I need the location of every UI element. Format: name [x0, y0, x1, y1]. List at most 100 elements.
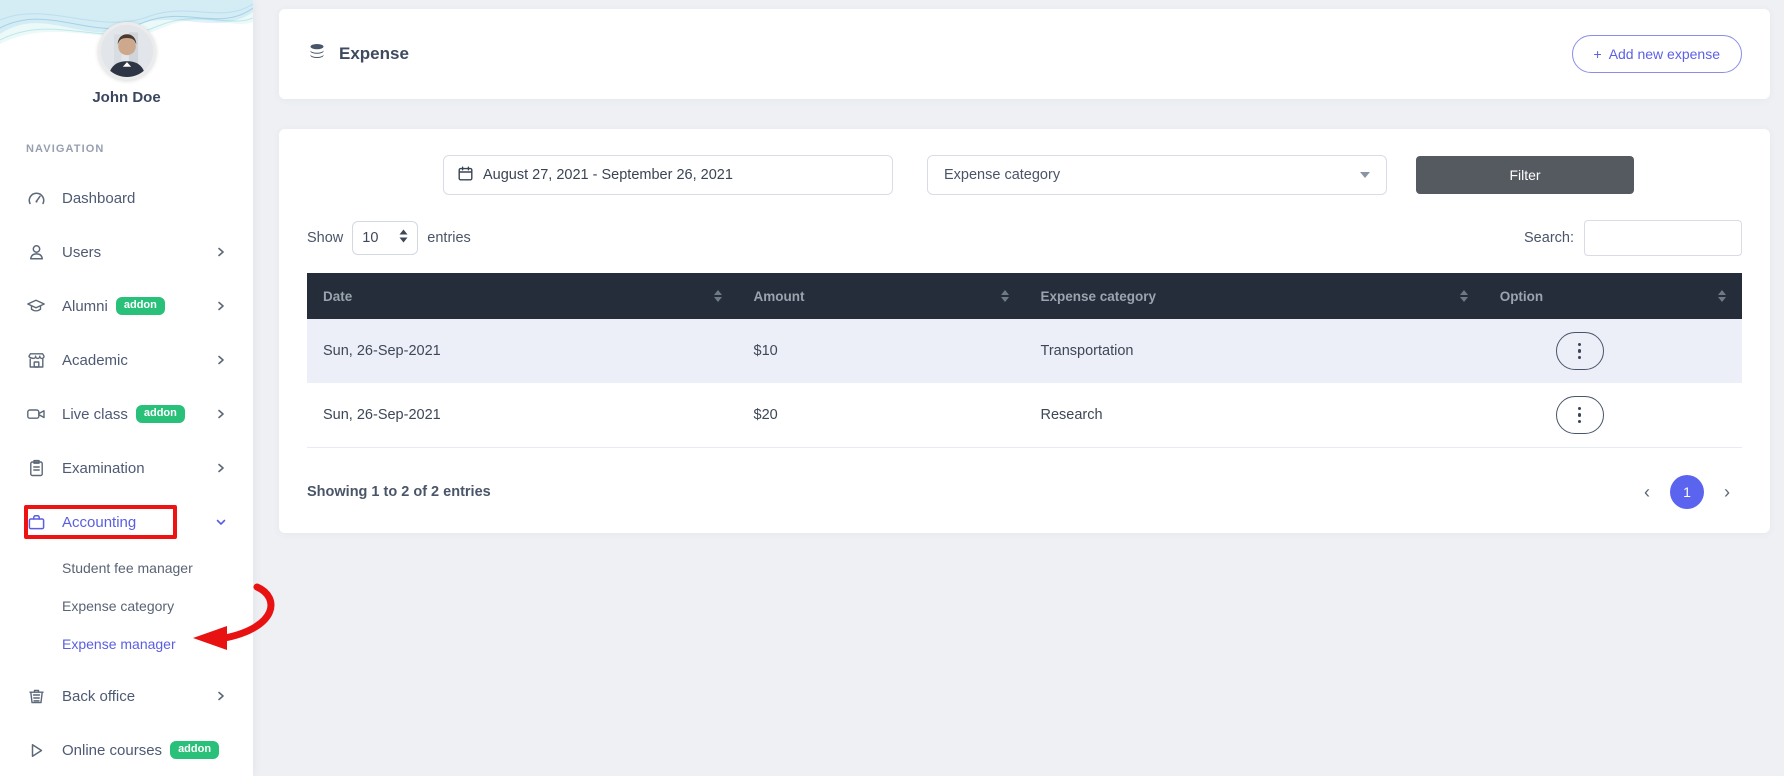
page-title-wrap: Expense	[307, 42, 409, 67]
date-range-value: August 27, 2021 - September 26, 2021	[483, 167, 733, 183]
column-header-date[interactable]: Date	[307, 273, 738, 319]
online-courses-icon	[26, 740, 46, 760]
cell-amount: $20	[753, 406, 778, 423]
table-controls-row: Show 10 entries Search:	[307, 220, 1742, 256]
sidebar-item-label: Back office	[62, 687, 136, 705]
chevron-right-icon	[215, 462, 227, 474]
row-options-button[interactable]	[1555, 332, 1604, 370]
sidebar-item-label: Live class	[62, 405, 128, 423]
sort-icon	[1000, 290, 1009, 302]
cell-date: Sun, 26-Sep-2021	[323, 343, 441, 359]
main-content: Expense + Add new expense August 27, 202…	[253, 0, 1784, 776]
stepper-icon	[399, 229, 408, 247]
stack-icon	[307, 42, 327, 67]
sidebar-subitem-expense-category[interactable]: Expense category	[0, 587, 253, 625]
sidebar-nav: Dashboard Users Alumni addon Academic Li…	[0, 171, 253, 776]
kebab-icon	[1577, 342, 1582, 360]
sidebar-item-label: Examination	[62, 459, 145, 477]
table-row: Sun, 26-Sep-2021 $20 Research	[307, 383, 1742, 447]
calendar-icon	[458, 166, 473, 185]
sidebar-item-label: Accounting	[62, 513, 137, 531]
plus-icon: +	[1593, 46, 1602, 62]
chevron-down-icon	[215, 516, 227, 528]
sidebar: John Doe NAVIGATION Dashboard Users Alum…	[0, 0, 275, 776]
pagination-page-1[interactable]: 1	[1670, 474, 1704, 509]
sidebar-item-label: Users	[62, 243, 102, 261]
sidebar-item-label: Online courses	[62, 741, 163, 759]
sort-icon	[713, 290, 722, 302]
sidebar-subitem-expense-manager[interactable]: Expense manager	[0, 625, 253, 663]
entries-label: entries	[427, 230, 471, 246]
chevron-right-icon	[215, 408, 227, 420]
sidebar-item-accounting[interactable]: Accounting	[0, 495, 253, 549]
users-icon	[26, 242, 46, 262]
search-input[interactable]	[1584, 220, 1742, 256]
sidebar-item-examination[interactable]: Examination	[0, 441, 253, 495]
kebab-icon	[1577, 406, 1582, 423]
sidebar-item-dashboard[interactable]: Dashboard	[0, 171, 253, 225]
page-header-card: Expense + Add new expense	[279, 9, 1770, 99]
column-header-option[interactable]: Option	[1483, 273, 1742, 319]
row-options-button[interactable]	[1555, 395, 1604, 434]
table-info: Showing 1 to 2 of 2 entries	[307, 483, 491, 500]
academic-icon	[26, 350, 46, 370]
cell-date: Sun, 26-Sep-2021	[323, 406, 441, 423]
sidebar-item-label: Alumni	[62, 297, 108, 315]
sidebar-item-label: Dashboard	[62, 189, 136, 207]
pagination: ‹ 1 ›	[1644, 474, 1742, 509]
category-select-value: Expense category	[944, 167, 1061, 183]
page-title: Expense	[339, 44, 409, 63]
back-office-icon	[26, 686, 46, 706]
subitem-label: Student fee manager	[62, 560, 193, 576]
nav-section-label: NAVIGATION	[26, 143, 105, 155]
chevron-right-icon	[215, 246, 227, 258]
live-class-icon	[26, 404, 46, 424]
sort-icon	[1459, 290, 1468, 302]
expense-table: Date Amount Expense category Option Sun,…	[307, 273, 1742, 448]
dashboard-icon	[26, 188, 46, 208]
table-header-row: Date Amount Expense category Option	[307, 273, 1742, 319]
search-control: Search:	[1524, 220, 1742, 256]
add-new-expense-button[interactable]: + Add new expense	[1571, 35, 1742, 73]
page-size-select[interactable]: 10	[352, 221, 419, 255]
chevron-right-icon	[215, 690, 227, 702]
examination-icon	[26, 458, 46, 478]
sidebar-item-academic[interactable]: Academic	[0, 333, 253, 387]
sidebar-subitem-student-fee-manager[interactable]: Student fee manager	[0, 549, 253, 587]
date-range-input[interactable]: August 27, 2021 - September 26, 2021	[443, 155, 893, 195]
filter-row: August 27, 2021 - September 26, 2021 Exp…	[307, 155, 1742, 195]
sidebar-item-users[interactable]: Users	[0, 225, 253, 279]
cell-amount: $10	[753, 343, 778, 359]
sidebar-item-back-office[interactable]: Back office	[0, 669, 253, 723]
table-row: Sun, 26-Sep-2021 $10 Transportation	[307, 319, 1742, 383]
expense-category-select[interactable]: Expense category	[927, 155, 1387, 195]
sort-icon	[1718, 290, 1726, 302]
subitem-label: Expense manager	[62, 636, 176, 652]
pagination-next-button[interactable]: ›	[1724, 483, 1730, 501]
sidebar-profile: John Doe	[0, 0, 253, 106]
subitem-label: Expense category	[62, 598, 175, 614]
caret-down-icon	[1360, 172, 1370, 178]
search-label: Search:	[1524, 230, 1574, 246]
sidebar-item-online-courses[interactable]: Online courses addon	[0, 723, 253, 776]
pagination-prev-button[interactable]: ‹	[1644, 483, 1650, 501]
addon-badge: addon	[115, 297, 165, 315]
table-footer-row: Showing 1 to 2 of 2 entries ‹ 1 ›	[307, 474, 1742, 509]
chevron-right-icon	[215, 354, 227, 366]
sidebar-item-live-class[interactable]: Live class addon	[0, 387, 253, 441]
cell-category: Transportation	[1040, 343, 1134, 359]
filter-button[interactable]: Filter	[1416, 156, 1634, 194]
addon-badge: addon	[135, 405, 185, 423]
avatar	[97, 22, 156, 80]
accounting-icon	[26, 512, 46, 532]
expense-table-card: August 27, 2021 - September 26, 2021 Exp…	[279, 129, 1770, 533]
page-size-value: 10	[362, 230, 379, 246]
chevron-right-icon	[215, 300, 227, 312]
user-name: John Doe	[92, 89, 161, 106]
show-label: Show	[307, 230, 344, 246]
addon-badge: addon	[170, 741, 220, 759]
column-header-expense-category[interactable]: Expense category	[1024, 273, 1484, 319]
sidebar-item-alumni[interactable]: Alumni addon	[0, 279, 253, 333]
page-size-control: Show 10 entries	[307, 221, 471, 255]
column-header-amount[interactable]: Amount	[737, 273, 1025, 319]
